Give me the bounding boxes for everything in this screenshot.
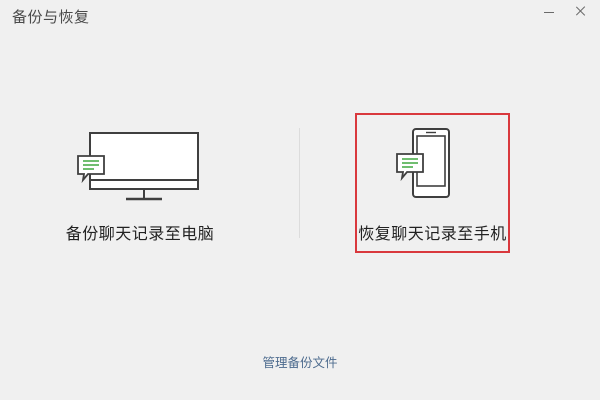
window-title: 备份与恢复 <box>12 8 90 26</box>
minimize-button[interactable] <box>534 0 564 22</box>
restore-to-phone-button[interactable]: 恢复聊天记录至手机 <box>355 113 510 253</box>
pc-monitor-chat-icon <box>77 132 199 201</box>
backup-restore-window: 备份与恢复 备份聊天记录至电脑 恢复聊天记录至手机 管理备份文件 <box>0 0 600 400</box>
close-button[interactable] <box>566 0 596 22</box>
backup-to-pc-button[interactable]: 备份聊天记录至电脑 <box>40 118 240 253</box>
options-divider <box>299 128 300 238</box>
close-icon <box>575 5 587 17</box>
restore-to-phone-label: 恢复聊天记录至手机 <box>358 224 507 243</box>
phone-chat-icon <box>396 128 450 198</box>
manage-backup-files-link[interactable]: 管理备份文件 <box>0 352 600 371</box>
minimize-icon <box>544 11 554 13</box>
backup-to-pc-label: 备份聊天记录至电脑 <box>65 224 215 243</box>
